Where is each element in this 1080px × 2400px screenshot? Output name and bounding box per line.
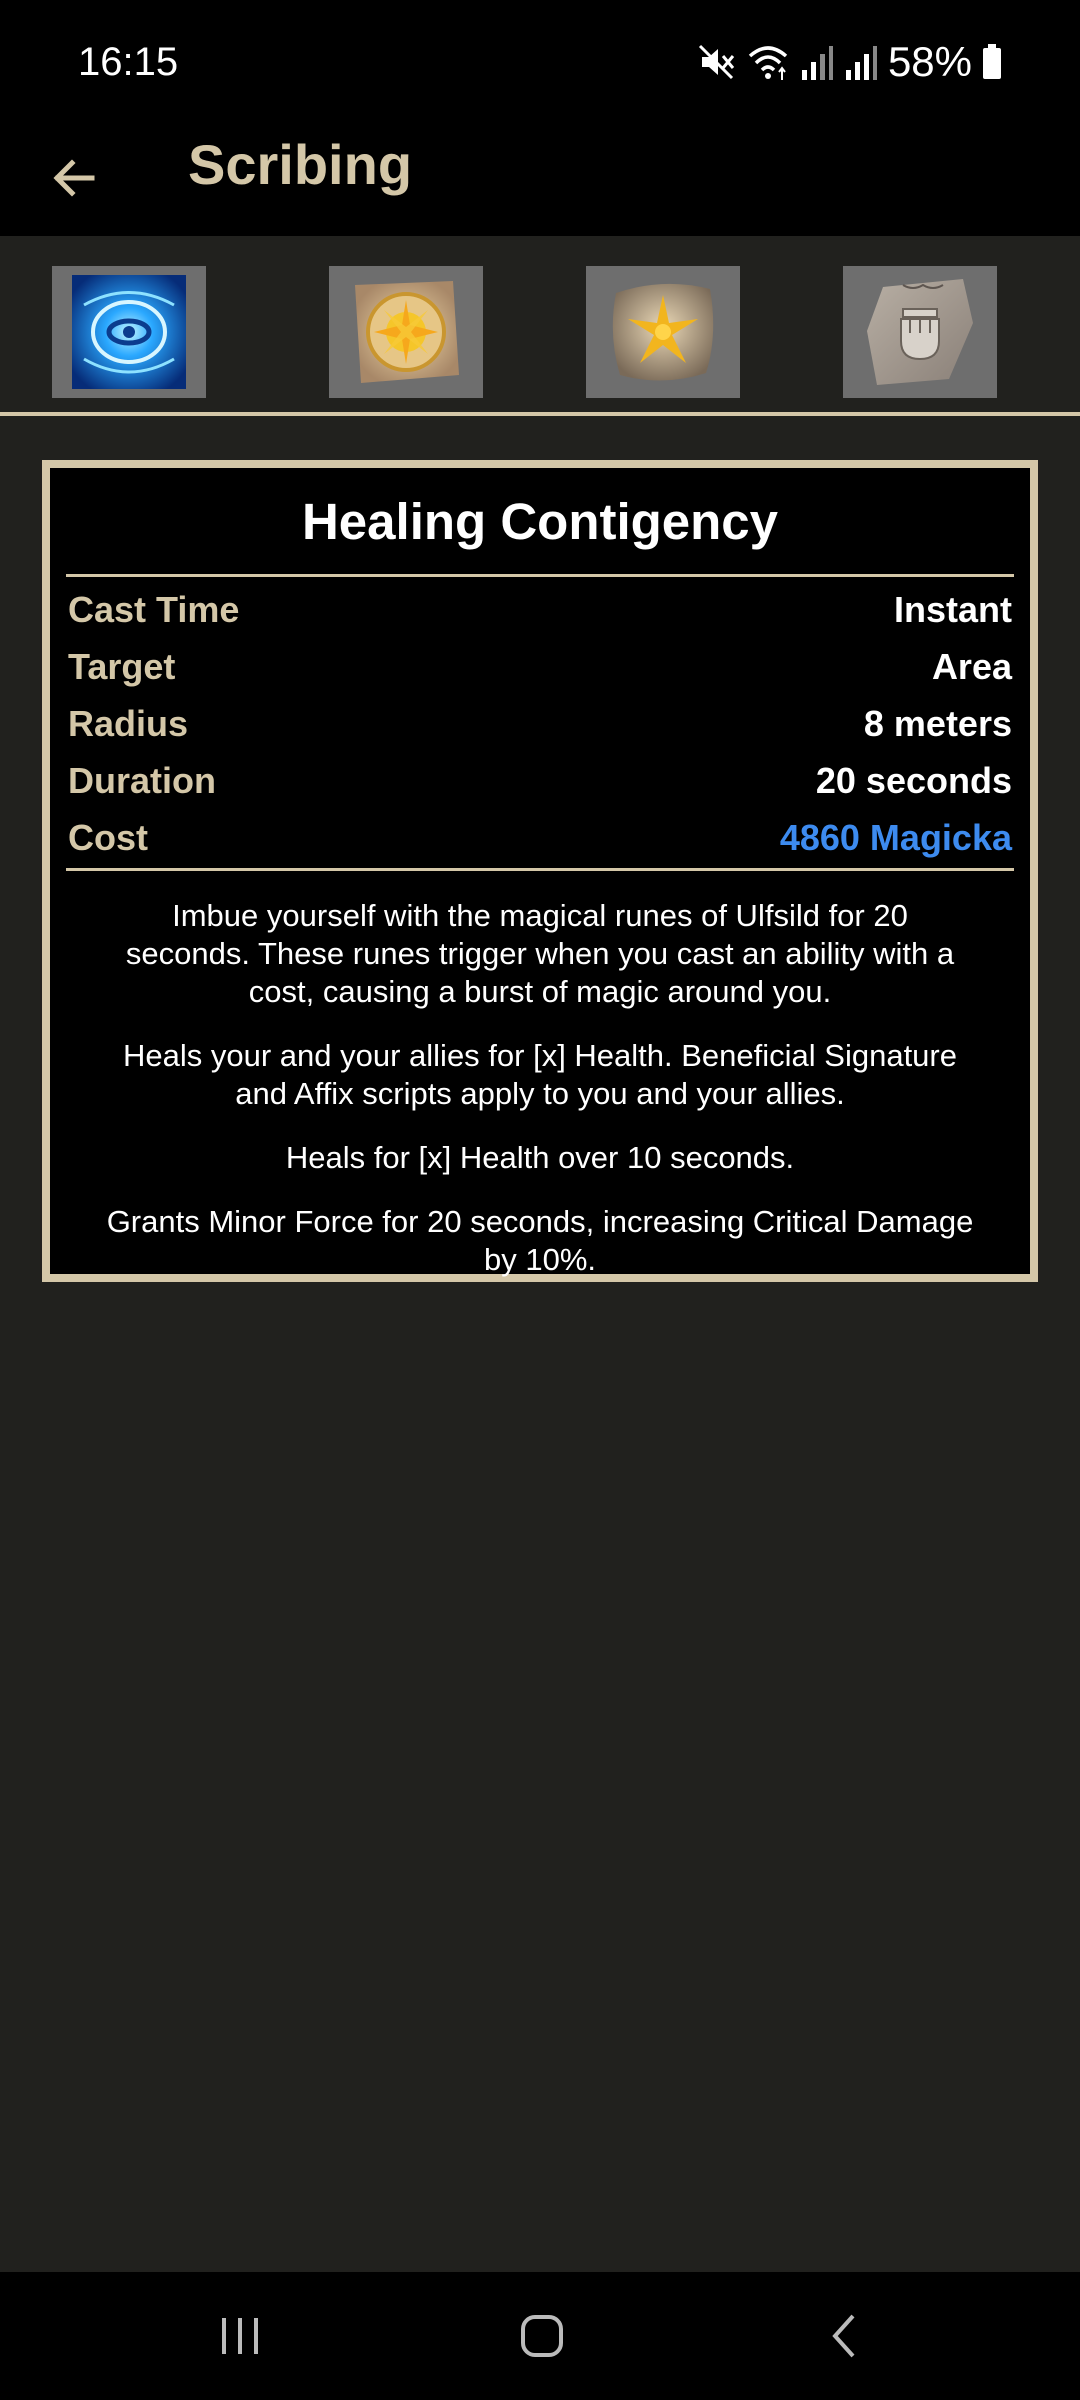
tab-focus-script[interactable] [329,266,483,398]
sun-rune-stone-icon [355,281,459,383]
stat-value-cost: 4860 Magicka [779,817,1012,858]
stat-row-cost: Cost 4860 Magicka [66,809,1014,866]
app-bar: Scribing [0,122,1080,236]
tab-affix-script[interactable] [843,266,997,398]
skill-description: Imbue yourself with the magical runes of… [66,897,1014,1279]
stat-label: Duration [68,760,216,801]
home-icon [521,2315,563,2357]
status-bar: 16:15 58% [0,0,1080,122]
golden-star-stone-icon [612,283,714,381]
stat-row-target: Target Area [66,638,1014,695]
scribing-tabs [0,236,1080,412]
stat-row-duration: Duration 20 seconds [66,752,1014,809]
divider [66,868,1014,871]
arrow-left-icon [53,159,95,197]
description-paragraph: Imbue yourself with the magical runes of… [125,898,955,1009]
stat-value: 20 seconds [815,760,1012,801]
skill-stats: Cast Time Instant Target Area Radius 8 m… [66,577,1014,868]
description-paragraph: Heals your and your allies for [x] Healt… [123,1038,957,1111]
mute-icon [698,44,735,80]
skill-card: Healing Contigency Cast Time Instant Tar… [42,460,1038,1282]
signal-icon [801,46,833,80]
stat-label: Target [68,646,176,687]
stat-value: 8 meters [863,703,1012,744]
fist-stone-icon [867,279,973,385]
home-button[interactable] [482,2296,602,2376]
wifi-icon [748,46,788,80]
stat-label: Cost [68,817,148,858]
status-time: 16:15 [78,40,179,84]
tab-signature-script[interactable] [586,266,740,398]
skill-card-body: Healing Contigency Cast Time Instant Tar… [50,468,1030,1277]
back-button[interactable] [34,138,114,218]
system-nav-bar [0,2272,1080,2400]
blue-magic-rune-icon [72,275,186,389]
battery-percent: 58% [887,38,972,85]
stat-row-cast-time: Cast Time Instant [66,581,1014,638]
description-paragraph: Grants Minor Force for 20 seconds, incre… [106,1204,974,1277]
stat-label: Cast Time [68,589,240,630]
status-icons: 58% [696,34,1002,90]
signal-icon-2 [845,46,877,80]
recent-apps-button[interactable] [180,2296,300,2376]
skill-title: Healing Contigency [301,493,779,550]
stat-value: Instant [893,589,1012,630]
stat-row-radius: Radius 8 meters [66,695,1014,752]
back-nav-button[interactable] [785,2296,905,2376]
tabs-divider [0,412,1080,416]
chevron-left-icon [832,2314,855,2358]
page-title: Scribing [188,133,413,196]
stat-label: Radius [68,703,189,744]
recent-apps-icon [222,2318,258,2354]
battery-icon [983,44,1001,79]
tab-grimoire[interactable] [52,266,206,398]
stat-value: Area [931,646,1012,687]
description-paragraph: Heals for [x] Health over 10 seconds. [285,1140,795,1175]
